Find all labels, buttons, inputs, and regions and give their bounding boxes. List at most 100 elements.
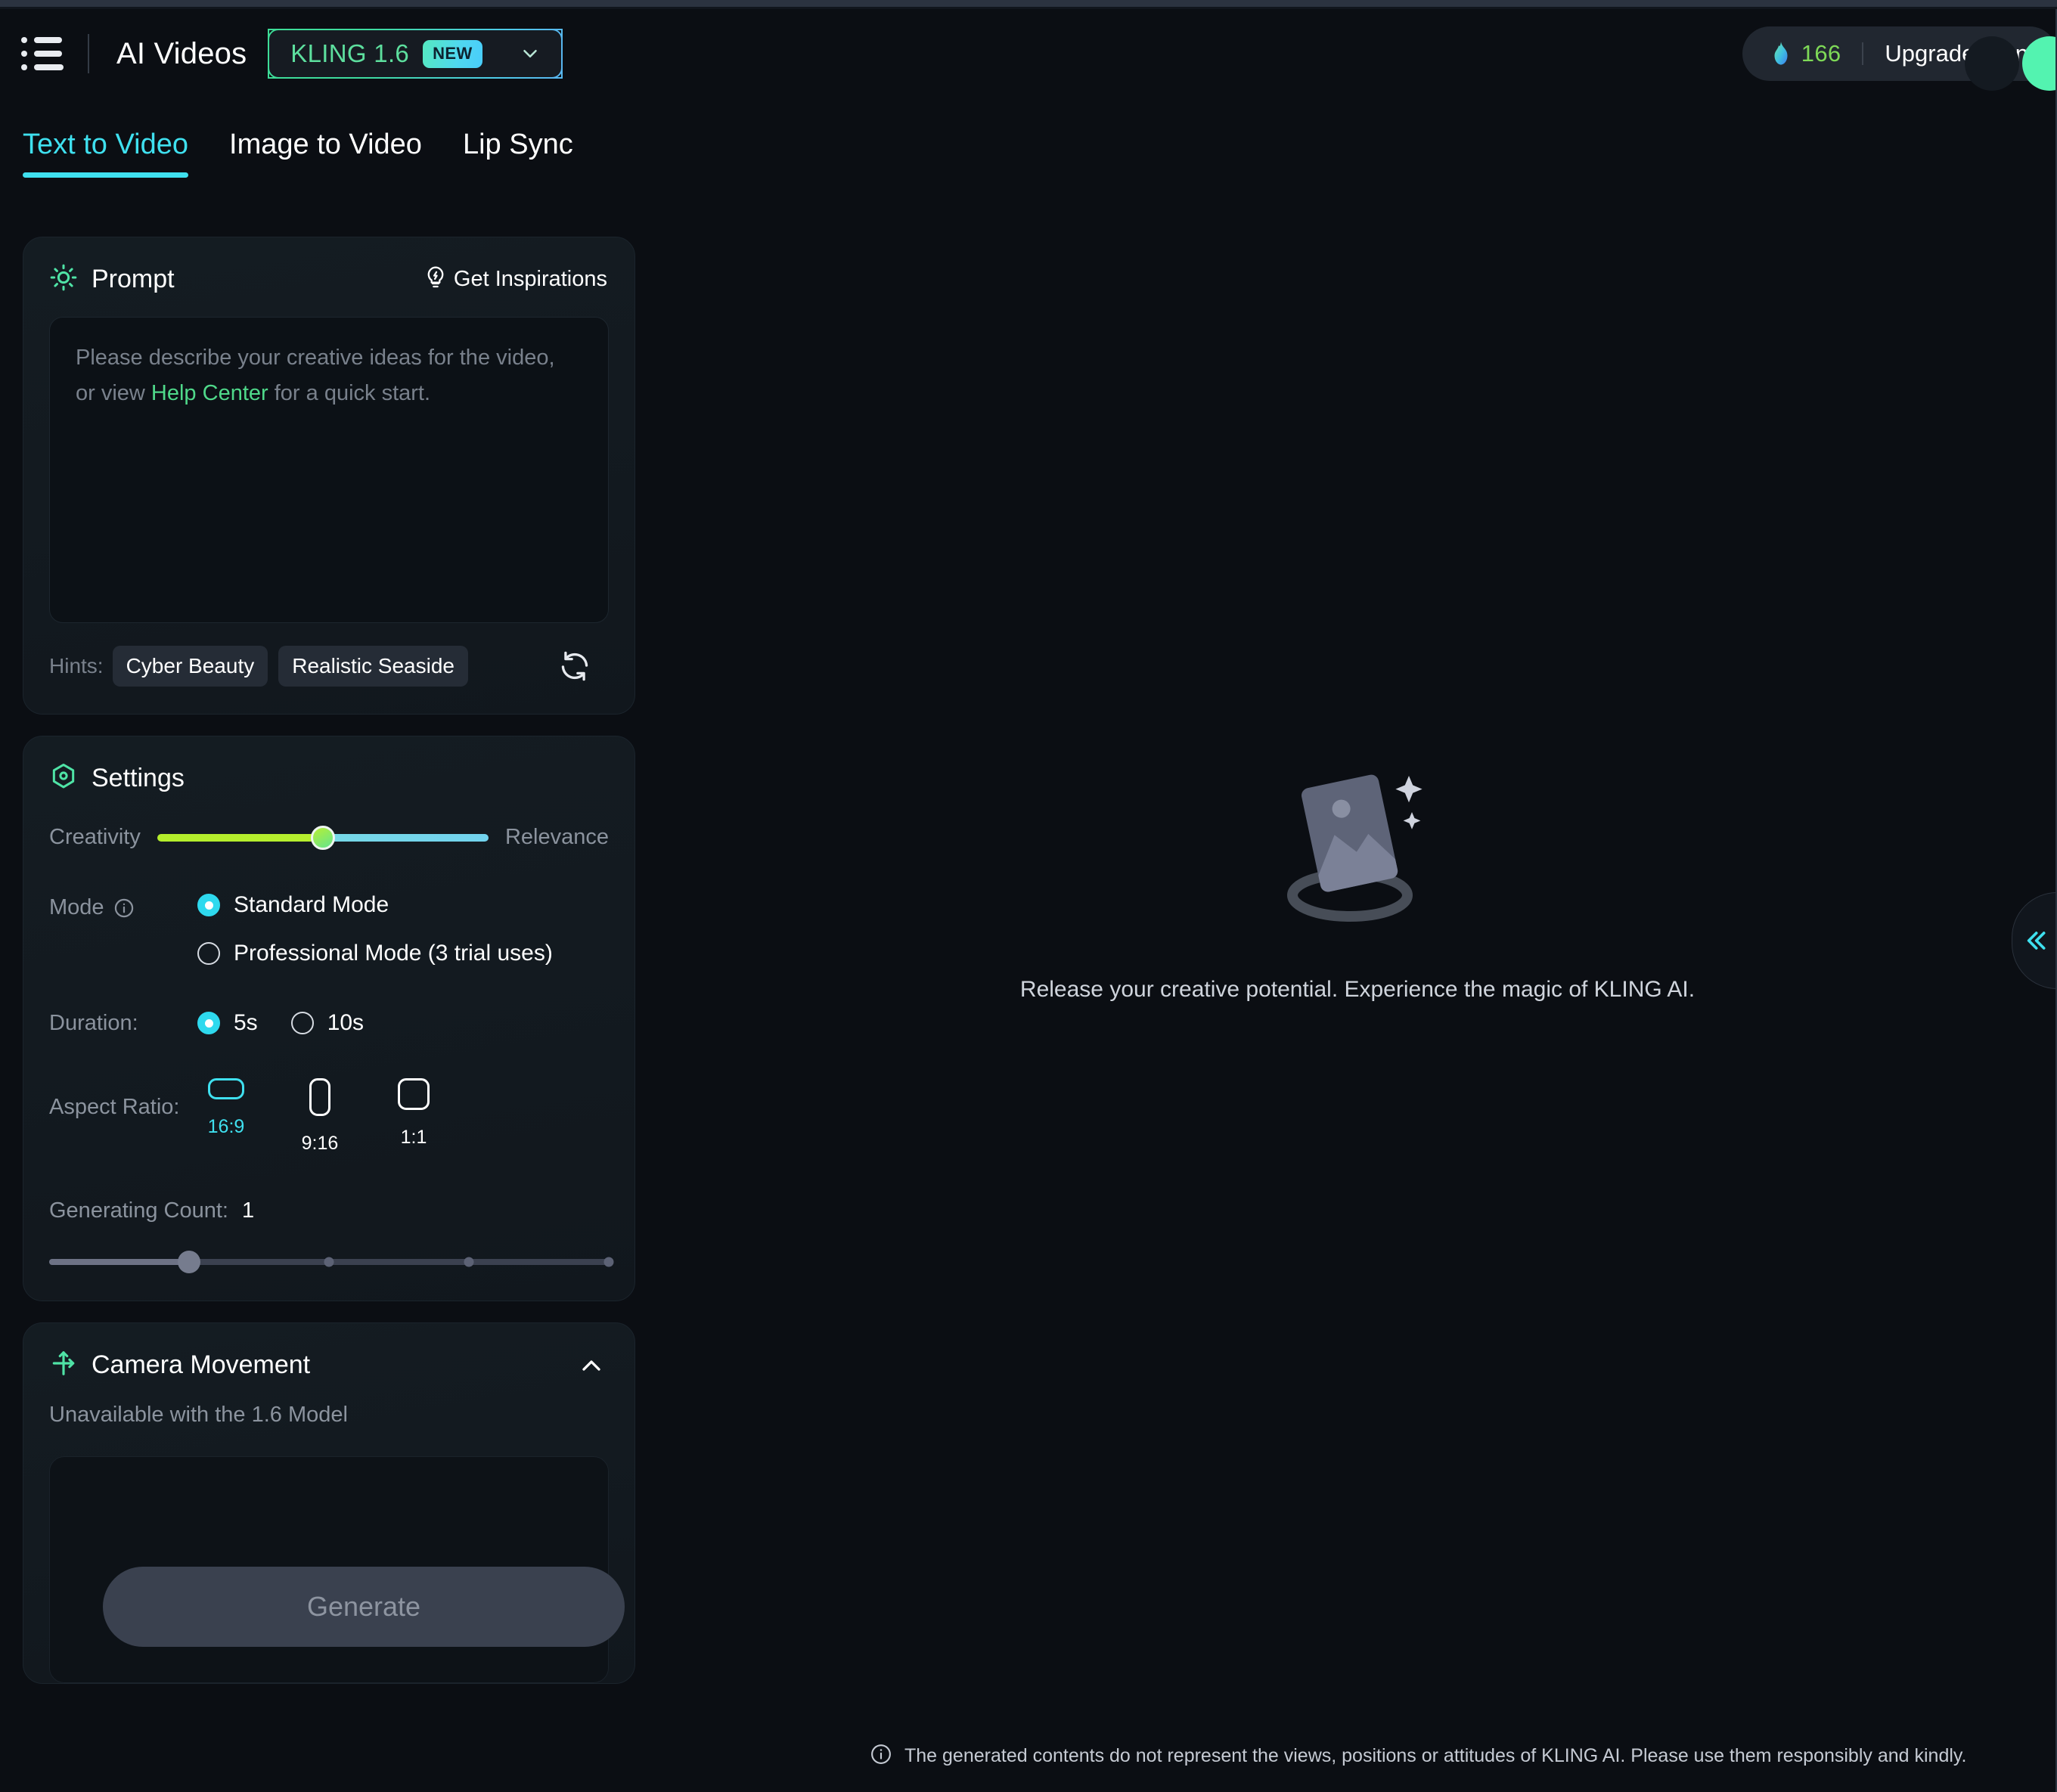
app-header: AI Videos KLING 1.6 NEW 166 Upgrade Plan bbox=[0, 9, 2057, 98]
refresh-icon[interactable] bbox=[557, 649, 592, 684]
prompt-placeholder: Please describe your creative ideas for … bbox=[76, 340, 582, 411]
hints-label: Hints: bbox=[49, 654, 104, 677]
mode-option-standard[interactable]: Standard Mode bbox=[197, 892, 553, 918]
info-circle-icon[interactable] bbox=[113, 898, 135, 919]
flame-icon bbox=[1770, 41, 1792, 67]
model-new-badge: NEW bbox=[423, 39, 482, 68]
mode-option-standard-label: Standard Mode bbox=[234, 892, 389, 917]
relevance-label: Relevance bbox=[504, 825, 609, 849]
aspect-ratio-row: Aspect Ratio: 16:9 9:16 1:1 bbox=[49, 1078, 609, 1155]
hint-chip-cyber-beauty[interactable]: Cyber Beauty bbox=[112, 646, 268, 687]
kling-ai-video-app: AI Videos KLING 1.6 NEW 166 Upgrade Plan… bbox=[0, 0, 2057, 1792]
generate-button-label: Generate bbox=[306, 1591, 421, 1622]
prompt-placeholder-line2-post: for a quick start. bbox=[268, 380, 431, 405]
camera-movement-header: Camera Movement bbox=[23, 1323, 634, 1381]
settings-panel-header: Settings bbox=[23, 736, 634, 795]
radio-professional-mode[interactable] bbox=[197, 942, 220, 965]
aspect-ratio-option-9-16[interactable]: 9:16 bbox=[291, 1078, 349, 1155]
mode-tabs: Text to Video Image to Video Lip Sync bbox=[23, 129, 614, 178]
generating-count-value: 1 bbox=[241, 1198, 255, 1223]
lightbulb-bolt-icon bbox=[424, 265, 448, 293]
generating-count-tick-3[interactable] bbox=[464, 1257, 474, 1267]
mode-label-wrap: Mode bbox=[49, 892, 197, 920]
generating-count-knob[interactable] bbox=[178, 1251, 200, 1273]
settings-hex-icon bbox=[49, 762, 78, 795]
aspect-ratio-options: 16:9 9:16 1:1 bbox=[197, 1078, 442, 1155]
duration-option-5s-label: 5s bbox=[234, 1010, 258, 1035]
camera-movement-icon bbox=[49, 1349, 78, 1381]
mode-option-professional-label: Professional Mode (3 trial uses) bbox=[234, 941, 553, 966]
header-divider bbox=[88, 34, 89, 73]
preview-stage: Release your creative potential. Experie… bbox=[658, 106, 2057, 1792]
generating-count-slider[interactable] bbox=[49, 1251, 614, 1273]
left-controls-column: Prompt Get Inspirations Please describe … bbox=[23, 237, 635, 1705]
aspect-ratio-1-1-icon bbox=[398, 1078, 430, 1110]
chevron-up-icon[interactable] bbox=[576, 1350, 607, 1381]
generating-count-fill bbox=[49, 1259, 189, 1265]
aspect-ratio-option-1-1[interactable]: 1:1 bbox=[385, 1078, 442, 1149]
tab-lip-sync[interactable]: Lip Sync bbox=[463, 129, 573, 178]
aspect-ratio-16-9-label: 16:9 bbox=[207, 1116, 245, 1137]
mode-option-professional[interactable]: Professional Mode (3 trial uses) bbox=[197, 941, 553, 966]
radio-duration-5s[interactable] bbox=[197, 1012, 220, 1034]
tab-image-to-video[interactable]: Image to Video bbox=[229, 129, 422, 178]
aspect-ratio-9-16-icon bbox=[309, 1078, 330, 1116]
prompt-panel-header: Prompt Get Inspirations bbox=[23, 237, 634, 296]
duration-option-10s-label: 10s bbox=[327, 1010, 365, 1035]
camera-movement-title: Camera Movement bbox=[92, 1350, 311, 1379]
empty-state: Release your creative potential. Experie… bbox=[658, 756, 2057, 1003]
mode-label: Mode bbox=[49, 895, 104, 919]
duration-option-5s[interactable]: 5s bbox=[197, 1010, 258, 1036]
duration-option-10s[interactable]: 10s bbox=[290, 1010, 365, 1036]
aspect-ratio-1-1-label: 1:1 bbox=[400, 1127, 427, 1148]
hint-chip-realistic-seaside[interactable]: Realistic Seaside bbox=[278, 646, 468, 687]
tab-text-to-video[interactable]: Text to Video bbox=[23, 129, 189, 178]
model-selector[interactable]: KLING 1.6 NEW bbox=[268, 29, 563, 79]
creativity-slider[interactable] bbox=[157, 825, 489, 850]
creativity-row: Creativity Relevance bbox=[49, 825, 609, 850]
sun-idea-icon bbox=[49, 263, 78, 296]
window-chrome-strip bbox=[0, 0, 2057, 7]
duration-row: Duration: 5s 10s bbox=[49, 1010, 609, 1036]
hamburger-list-icon[interactable] bbox=[21, 35, 64, 73]
prompt-panel-title: Prompt bbox=[92, 265, 175, 293]
model-name-label: KLING 1.6 bbox=[290, 39, 410, 67]
creativity-slider-knob[interactable] bbox=[310, 825, 335, 850]
generating-count-tick-2[interactable] bbox=[324, 1257, 334, 1267]
aspect-ratio-9-16-label: 9:16 bbox=[301, 1133, 339, 1154]
prompt-panel: Prompt Get Inspirations Please describe … bbox=[23, 237, 635, 715]
avatar-backdrop bbox=[1965, 36, 2019, 91]
settings-panel-title: Settings bbox=[92, 764, 185, 792]
mode-options: Standard Mode Professional Mode (3 trial… bbox=[197, 892, 553, 966]
credits-divider bbox=[1862, 42, 1864, 65]
generating-count-tick-4[interactable] bbox=[603, 1257, 614, 1267]
get-inspirations-button[interactable]: Get Inspirations bbox=[424, 265, 607, 293]
aspect-ratio-label: Aspect Ratio: bbox=[49, 1095, 180, 1119]
help-center-link[interactable]: Help Center bbox=[151, 381, 268, 405]
creativity-label: Creativity bbox=[49, 825, 141, 849]
prompt-input[interactable]: Please describe your creative ideas for … bbox=[49, 317, 609, 623]
camera-movement-panel: Camera Movement Unavailable with the 1.6… bbox=[23, 1322, 635, 1684]
disclaimer-footer: The generated contents do not represent … bbox=[870, 1743, 1967, 1769]
aspect-ratio-option-16-9[interactable]: 16:9 bbox=[197, 1078, 255, 1138]
radio-duration-10s[interactable] bbox=[290, 1012, 314, 1034]
mode-row: Mode Standard Mode Professional Mode (3 … bbox=[49, 892, 609, 966]
duration-options: 5s 10s bbox=[197, 1010, 364, 1036]
settings-panel: Settings Creativity Relevance Mode Stand… bbox=[23, 736, 635, 1301]
info-circle-icon bbox=[870, 1743, 892, 1769]
empty-state-text: Release your creative potential. Experie… bbox=[1019, 977, 1696, 1002]
get-inspirations-label: Get Inspirations bbox=[453, 267, 607, 291]
chevron-down-icon bbox=[519, 42, 541, 65]
prompt-placeholder-line2-pre: or view bbox=[76, 380, 151, 405]
aspect-ratio-16-9-icon bbox=[208, 1078, 244, 1099]
disclaimer-text: The generated contents do not represent … bbox=[904, 1745, 1967, 1766]
radio-standard-mode[interactable] bbox=[197, 894, 220, 916]
credits-count: 166 bbox=[1801, 40, 1841, 67]
duration-label: Duration: bbox=[49, 1010, 138, 1035]
generate-button[interactable]: Generate bbox=[103, 1567, 625, 1647]
page-title: AI Videos bbox=[116, 36, 247, 70]
prompt-hints-row: Hints: Cyber Beauty Realistic Seaside bbox=[23, 623, 634, 714]
camera-movement-unavailable-text: Unavailable with the 1.6 Model bbox=[49, 1403, 348, 1427]
empty-image-placeholder-icon bbox=[1259, 756, 1456, 930]
generating-count-row: Generating Count: 1 bbox=[49, 1198, 609, 1223]
